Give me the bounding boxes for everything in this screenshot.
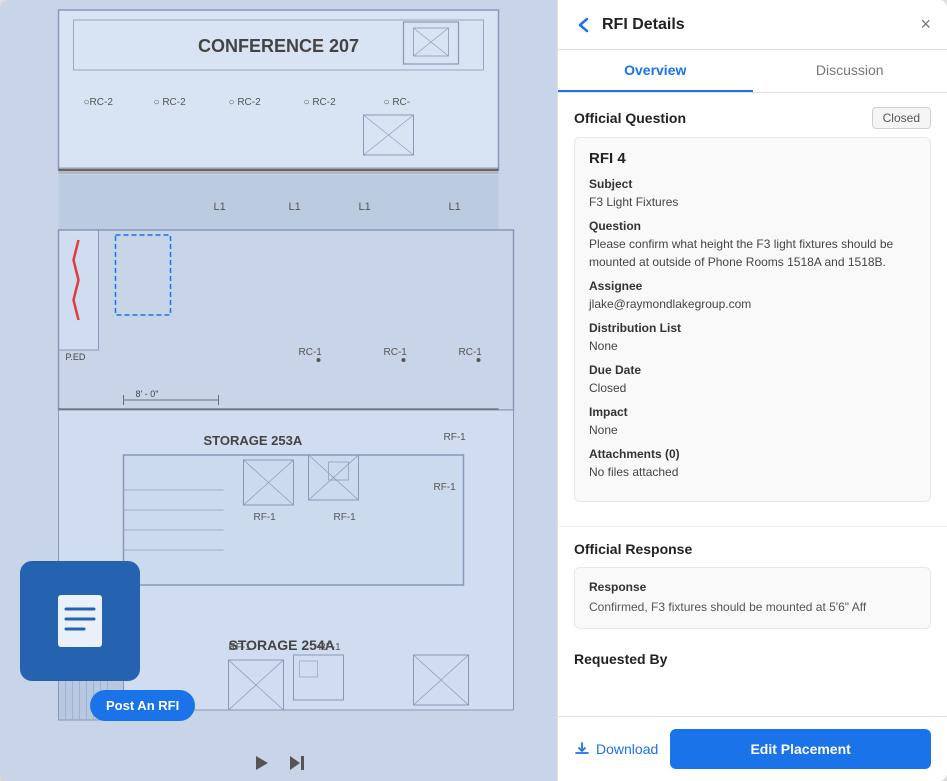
distribution-label: Distribution List [589, 321, 916, 335]
svg-text:L1: L1 [449, 201, 461, 213]
blueprint-panel: CONFERENCE 207 ○RC-2 ○ RC-2 ○ RC-2 ○ RC-… [0, 0, 557, 781]
attachments-label: Attachments (0) [589, 447, 916, 461]
document-icon [20, 561, 140, 681]
svg-text:P.ED: P.ED [66, 352, 86, 362]
download-button[interactable]: Download [574, 741, 658, 757]
official-question-section: Official Question Closed RFI 4 Subject F… [558, 93, 947, 527]
requested-by-label: Requested By [558, 643, 947, 667]
distribution-value: None [589, 337, 916, 355]
official-response-title: Official Response [574, 541, 931, 557]
panel-tabs: Overview Discussion [558, 50, 947, 93]
svg-text:RC-1: RC-1 [384, 347, 408, 358]
subject-label: Subject [589, 177, 916, 191]
impact-value: None [589, 421, 916, 439]
svg-text:RF-1: RF-1 [334, 512, 357, 523]
svg-text:RF-1: RF-1 [444, 432, 467, 443]
svg-text:L1: L1 [359, 201, 371, 213]
tab-overview[interactable]: Overview [558, 50, 753, 92]
panel-body: Official Question Closed RFI 4 Subject F… [558, 93, 947, 716]
response-text: Confirmed, F3 fixtures should be mounted… [589, 598, 916, 616]
panel-header: RFI Details × [558, 0, 947, 50]
svg-text:○RC-2: ○RC-2 [84, 97, 114, 108]
due-date-label: Due Date [589, 363, 916, 377]
response-label: Response [589, 580, 916, 594]
close-button[interactable]: × [920, 14, 931, 35]
edit-placement-button[interactable]: Edit Placement [670, 729, 931, 769]
panel-footer: Download Edit Placement [558, 716, 947, 781]
svg-text:○ RC-2: ○ RC-2 [154, 97, 187, 108]
svg-text:○ RC-2: ○ RC-2 [229, 97, 262, 108]
panel-title: RFI Details [602, 16, 920, 34]
status-badge: Closed [872, 107, 931, 129]
play-button[interactable] [251, 753, 271, 773]
skip-button[interactable] [287, 753, 307, 773]
due-date-field: Due Date Closed [589, 363, 916, 397]
attachments-field: Attachments (0) No files attached [589, 447, 916, 481]
svg-text:RF-1: RF-1 [229, 642, 252, 653]
subject-value: F3 Light Fixtures [589, 193, 916, 211]
assignee-field: Assignee jlake@raymondlakegroup.com [589, 279, 916, 313]
svg-text:CONFERENCE 207: CONFERENCE 207 [198, 36, 359, 56]
rfi-number: RFI 4 [589, 150, 916, 167]
svg-text:L1: L1 [214, 201, 226, 213]
response-card: Response Confirmed, F3 fixtures should b… [574, 567, 931, 629]
impact-field: Impact None [589, 405, 916, 439]
subject-field: Subject F3 Light Fixtures [589, 177, 916, 211]
impact-label: Impact [589, 405, 916, 419]
svg-text:RF-1: RF-1 [319, 642, 342, 653]
svg-text:○ RC-: ○ RC- [384, 97, 411, 108]
assignee-label: Assignee [589, 279, 916, 293]
tab-discussion[interactable]: Discussion [753, 50, 947, 92]
rfi-panel: RFI Details × Overview Discussion Offici… [557, 0, 947, 781]
svg-text:RC-1: RC-1 [459, 347, 483, 358]
svg-text:L1: L1 [289, 201, 301, 213]
back-button[interactable] [574, 15, 594, 35]
post-rfi-button[interactable]: Post An RFI [90, 690, 195, 721]
assignee-value: jlake@raymondlakegroup.com [589, 295, 916, 313]
svg-text:RF-1: RF-1 [254, 512, 277, 523]
svg-text:STORAGE 253A: STORAGE 253A [204, 433, 303, 448]
svg-text:RC-1: RC-1 [299, 347, 323, 358]
question-value: Please confirm what height the F3 light … [589, 235, 916, 271]
download-label: Download [596, 741, 658, 757]
question-label: Question [589, 219, 916, 233]
official-question-title: Official Question [574, 110, 686, 126]
distribution-field: Distribution List None [589, 321, 916, 355]
svg-text:8' - 0": 8' - 0" [136, 389, 159, 399]
attachments-value: No files attached [589, 463, 916, 481]
due-date-value: Closed [589, 379, 916, 397]
svg-text:RF-1: RF-1 [434, 482, 457, 493]
question-field: Question Please confirm what height the … [589, 219, 916, 271]
rfi-card: RFI 4 Subject F3 Light Fixtures Question… [574, 137, 931, 502]
official-response-section: Official Response Response Confirmed, F3… [558, 527, 947, 643]
svg-text:○ RC-2: ○ RC-2 [304, 97, 337, 108]
